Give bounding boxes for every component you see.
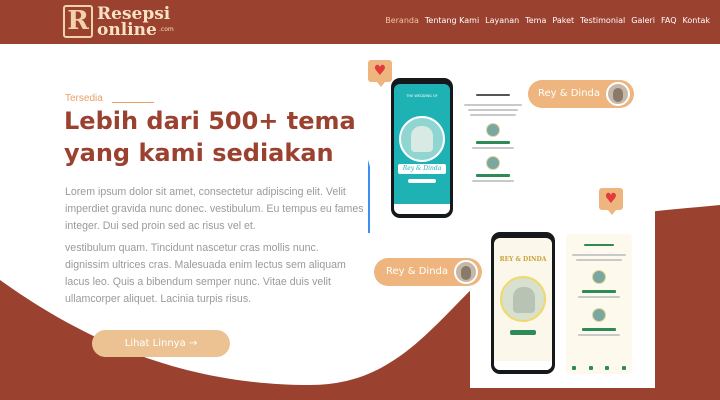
bottom-nav bbox=[572, 366, 626, 370]
hero-paragraph-1: Lorem ipsum dolor sit amet, consectetur … bbox=[65, 186, 364, 232]
nav-dot bbox=[572, 366, 576, 370]
nav-item-testimonial[interactable]: Testimonial bbox=[580, 16, 625, 25]
hero-eyebrow: Tersedia bbox=[65, 93, 103, 104]
couple-avatar bbox=[606, 82, 630, 106]
phone-mockup-2: REY & DINDA bbox=[491, 232, 555, 374]
couple-badge-1-label: Rey & Dinda bbox=[538, 88, 601, 99]
invitation-detail-screen-1 bbox=[456, 86, 530, 216]
nav-item-layanan[interactable]: Layanan bbox=[485, 16, 519, 25]
invitation-header: THE WEDDING OF bbox=[406, 94, 438, 98]
nav-dot bbox=[605, 366, 610, 370]
nav-item-beranda[interactable]: Beranda bbox=[385, 16, 419, 25]
couple-photo-frame bbox=[399, 116, 445, 162]
hero-paragraph-2: vestibulum quam. Tincidunt nascetur cras… bbox=[65, 242, 346, 305]
nav-item-faq[interactable]: FAQ bbox=[661, 16, 677, 25]
heart-icon: ♥ bbox=[368, 60, 392, 87]
logo[interactable]: R Resepsi online .com bbox=[63, 4, 181, 40]
open-invitation-button bbox=[510, 330, 536, 335]
phone-notch bbox=[411, 80, 433, 84]
main-nav: Beranda Tentang Kami Layanan Tema Paket … bbox=[385, 16, 710, 25]
groom-avatar bbox=[486, 123, 500, 137]
bride-avatar bbox=[592, 308, 606, 322]
couple-badge-2: Rey & Dinda bbox=[374, 258, 482, 286]
text-line bbox=[578, 334, 620, 336]
heart-icon: ♥ bbox=[599, 188, 623, 215]
phone-nav-bar bbox=[494, 361, 552, 370]
ornament bbox=[476, 94, 510, 96]
invitation-detail-screen-2 bbox=[566, 234, 632, 374]
see-more-button[interactable]: Lihat Linnya → bbox=[92, 330, 230, 357]
text-line bbox=[572, 254, 626, 256]
eyebrow-divider bbox=[112, 102, 154, 103]
couple-avatar bbox=[454, 260, 478, 284]
nav-dot bbox=[588, 366, 593, 370]
bride-name bbox=[476, 174, 510, 177]
hero-title: Lebih dari 500+ tema yang kami sediakan bbox=[64, 107, 356, 167]
phone-notch bbox=[512, 234, 534, 238]
logo-wordmark-bottom: online bbox=[97, 20, 157, 40]
text-line bbox=[576, 259, 622, 261]
bride-avatar bbox=[486, 156, 500, 170]
logo-suffix: .com bbox=[159, 26, 174, 33]
nav-item-galeri[interactable]: Galeri bbox=[631, 16, 655, 25]
text-line bbox=[578, 296, 620, 298]
nav-item-tentang-kami[interactable]: Tentang Kami bbox=[425, 16, 479, 25]
phone-screen-2: REY & DINDA bbox=[494, 238, 552, 370]
text-line bbox=[472, 180, 514, 182]
nav-item-tema[interactable]: Tema bbox=[525, 16, 546, 25]
couple-badge-2-label: Rey & Dinda bbox=[386, 266, 449, 277]
nav-item-kontak[interactable]: Kontak bbox=[683, 16, 710, 25]
groom-avatar bbox=[592, 270, 606, 284]
groom-name bbox=[476, 141, 510, 144]
text-line bbox=[472, 147, 514, 149]
text-line bbox=[470, 114, 516, 116]
nav-dot bbox=[621, 366, 626, 370]
phone-screen-1: THE WEDDING OF Rey & Dinda bbox=[394, 84, 450, 214]
phone-1-couple-names: Rey & Dinda bbox=[402, 165, 442, 172]
couple-badge-1: Rey & Dinda bbox=[528, 80, 634, 108]
text-line bbox=[464, 104, 522, 106]
ornament bbox=[584, 244, 614, 246]
logo-mark: R bbox=[63, 5, 93, 38]
site-header: R Resepsi online .com Beranda Tentang Ka… bbox=[0, 0, 720, 44]
open-invitation-button bbox=[408, 179, 436, 183]
groom-name bbox=[582, 290, 616, 293]
couple-photo-frame bbox=[500, 276, 546, 322]
nav-item-paket[interactable]: Paket bbox=[552, 16, 574, 25]
text-line bbox=[468, 109, 518, 111]
phone-mockup-1: THE WEDDING OF Rey & Dinda bbox=[391, 78, 453, 218]
bride-name bbox=[582, 328, 616, 331]
phone-2-couple-title: REY & DINDA bbox=[499, 256, 547, 263]
phone-nav-bar bbox=[394, 204, 450, 214]
